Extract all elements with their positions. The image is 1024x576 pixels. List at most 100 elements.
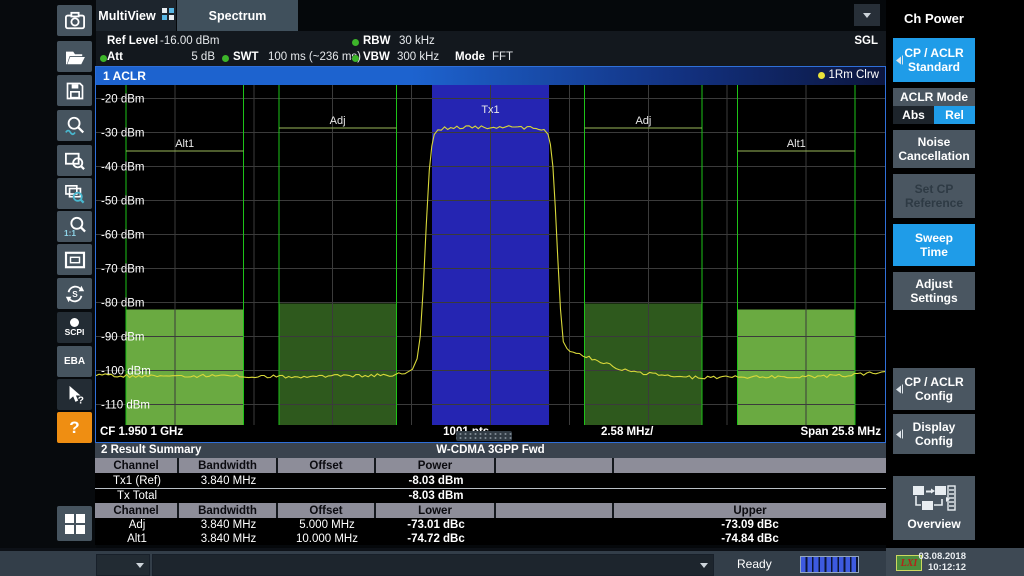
sync-arrows-icon: S xyxy=(64,283,86,305)
rbw-value[interactable]: 30 kHz xyxy=(399,35,435,47)
softkey-cp-aclr-standard[interactable]: CP / ACLR Standard xyxy=(893,38,975,82)
table-row-tx1: Tx1 (Ref) 3.840 MHz -8.03 dBm xyxy=(95,473,886,489)
svg-text:-60 dBm: -60 dBm xyxy=(101,230,144,242)
vbw-label[interactable]: VBW xyxy=(363,51,390,63)
status-dropdown-small[interactable] xyxy=(96,554,150,576)
chevron-down-icon xyxy=(700,563,708,568)
aclr-mode-rel-option[interactable]: Rel xyxy=(934,106,975,124)
swt-label[interactable]: SWT xyxy=(233,51,259,63)
spectrum-plot-canvas: Alt1 Adj Adj Alt1 Tx1 -20 dBm -30 dBm -40 dBm -5… xyxy=(95,85,886,425)
trace1-legend-label: 1Rm Clrw xyxy=(828,69,879,81)
tab-list-dropdown[interactable] xyxy=(854,4,880,26)
aclr-window-titlebar[interactable]: 1 ACLR 1Rm Clrw xyxy=(96,67,885,85)
zoom-one-to-one-button[interactable]: 1:1 xyxy=(57,211,92,242)
softkey-aclr-mode: ACLR Mode Abs Rel xyxy=(893,88,975,124)
result-summary-titlebar[interactable]: 2 Result Summary W-CDMA 3GPP Fwd xyxy=(95,443,886,458)
multiview-grid-icon xyxy=(161,8,174,23)
window-drag-handle[interactable] xyxy=(456,431,512,441)
adj-upper-value: -73.09 dBc xyxy=(721,519,779,531)
att-status-dot xyxy=(100,55,107,62)
ref-level-label[interactable]: Ref Level xyxy=(107,35,158,47)
cursor-help-icon: ? xyxy=(64,384,86,406)
tab-bar: MultiView Spectrum xyxy=(96,0,886,31)
help-button[interactable]: ? xyxy=(57,412,92,443)
ref-level-value[interactable]: -16.00 dBm xyxy=(160,35,219,47)
softkey-panel: Ch Power CP / ACLR Standard ACLR Mode Ab… xyxy=(886,0,1024,548)
one-to-one-label: 1:1 xyxy=(64,229,76,238)
overview-flowchart-icon xyxy=(912,485,956,514)
svg-text:Alt1: Alt1 xyxy=(175,138,194,150)
rbw-label[interactable]: RBW xyxy=(363,35,390,47)
vbw-value[interactable]: 300 kHz xyxy=(397,51,439,63)
ready-status: Ready xyxy=(737,557,772,571)
tab-multiview[interactable]: MultiView xyxy=(96,0,176,31)
zoom-multi-window-icon xyxy=(64,184,86,204)
sync-sweep-button[interactable]: S xyxy=(57,278,92,309)
chevron-down-icon xyxy=(863,12,871,18)
aclr-mode-label: ACLR Mode xyxy=(900,90,968,104)
camera-icon xyxy=(64,11,86,31)
zoom-signal-icon xyxy=(64,115,86,137)
mode-label[interactable]: Mode xyxy=(455,51,485,63)
softkey-overview[interactable]: Overview xyxy=(893,476,975,540)
zoom-signal-button[interactable] xyxy=(57,110,92,141)
alt1-lower-value: -74.72 dBc xyxy=(407,532,465,545)
spectrum-analyzer-app: 1:1 S SCPI EBA ? ? MultiView Spectrum Re… xyxy=(0,0,1024,576)
datetime-panel: LXI 03.08.2018 10:12:12 xyxy=(886,548,1024,576)
svg-text:-80 dBm: -80 dBm xyxy=(101,298,144,310)
help-question-icon: ? xyxy=(69,417,80,437)
windows-start-button[interactable] xyxy=(57,506,92,541)
trace-legend[interactable]: 1Rm Clrw xyxy=(817,69,879,81)
softkey-sweep-time[interactable]: Sweep Time xyxy=(893,224,975,266)
mode-value[interactable]: FFT xyxy=(492,51,513,63)
softkey-display-config[interactable]: Display Config xyxy=(893,414,975,454)
eba-button[interactable]: EBA xyxy=(57,346,92,377)
softkey-cp-aclr-config[interactable]: CP / ACLR Config xyxy=(893,368,975,410)
screenshot-button[interactable] xyxy=(57,5,92,36)
eba-label: EBA xyxy=(63,356,86,367)
zoom-multi-window-button[interactable] xyxy=(57,178,92,209)
scpi-recorder-button[interactable]: SCPI xyxy=(57,312,92,343)
table-row-adj: Adj 3.840 MHz 5.000 MHz -73.01 dBc -73.0… xyxy=(95,518,886,532)
tab-spectrum[interactable]: Spectrum xyxy=(177,0,298,31)
record-dot-icon xyxy=(70,318,79,327)
att-value[interactable]: 5 dB xyxy=(152,51,215,63)
center-frequency-value[interactable]: CF 1.950 1 GHz xyxy=(100,426,183,438)
svg-text:?: ? xyxy=(77,395,83,406)
folder-icon xyxy=(64,48,86,66)
status-message-field[interactable] xyxy=(152,554,714,576)
status-date: 03.08.2018 xyxy=(918,551,966,562)
span-value[interactable]: Span 25.8 MHz xyxy=(800,426,881,438)
status-time: 10:12:12 xyxy=(927,562,966,573)
display-frame-icon xyxy=(64,251,86,269)
zoom-area-button[interactable] xyxy=(57,145,92,176)
single-sweep-badge: SGL xyxy=(854,35,878,47)
aclr-window-title: 1 ACLR xyxy=(103,69,146,83)
softkey-menu-title: Ch Power xyxy=(904,10,964,26)
softkey-adjust-settings[interactable]: Adjust Settings xyxy=(893,272,975,310)
measurement-settings-bar: Ref Level -16.00 dBm RBW 30 kHz SGL Att … xyxy=(96,31,886,66)
svg-text:Adj: Adj xyxy=(635,115,651,127)
vbw-status-dot xyxy=(352,55,359,62)
table-row-tx-total: Tx Total -8.03 dBm xyxy=(95,489,886,503)
softkey-noise-cancellation[interactable]: Noise Cancellation xyxy=(893,130,975,168)
swt-status-dot xyxy=(222,55,229,62)
tab-multiview-label: MultiView xyxy=(98,8,156,23)
display-frame-button[interactable] xyxy=(57,244,92,275)
mhz-per-division-value[interactable]: 2.58 MHz/ xyxy=(601,426,653,438)
col-channel: Channel xyxy=(95,458,179,473)
att-label[interactable]: Att xyxy=(107,51,123,63)
tx-table-header: Channel Bandwidth Offset Power xyxy=(95,458,886,473)
swt-value[interactable]: 100 ms (~236 ms) xyxy=(268,51,361,63)
rbw-status-dot xyxy=(352,39,359,46)
standard-name: W-CDMA 3GPP Fwd xyxy=(436,444,545,456)
aclr-mode-abs-option[interactable]: Abs xyxy=(893,106,934,124)
trace1-color-dot xyxy=(817,71,825,79)
context-help-button[interactable]: ? xyxy=(57,379,92,410)
status-bar: Ready LXI 03.08.2018 10:12:12 xyxy=(0,548,1024,576)
svg-text:Tx1: Tx1 xyxy=(481,104,499,116)
save-button[interactable] xyxy=(57,75,92,106)
svg-text:-50 dBm: -50 dBm xyxy=(101,196,144,208)
open-file-button[interactable] xyxy=(57,41,92,72)
col-bandwidth: Bandwidth xyxy=(179,458,278,473)
